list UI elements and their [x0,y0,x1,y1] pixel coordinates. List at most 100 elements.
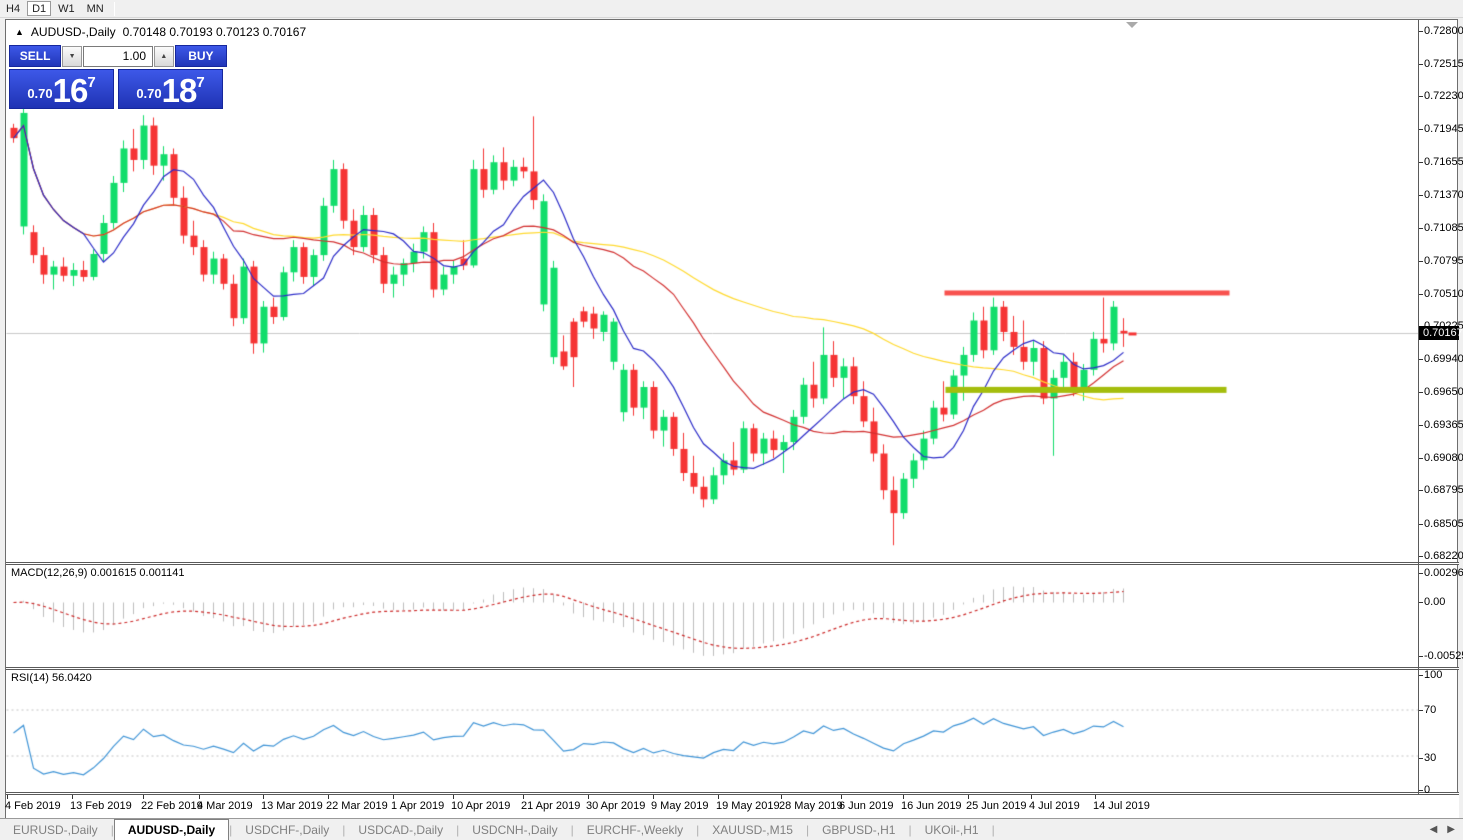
sell-price-panel[interactable]: 0.70 16 7 [9,69,114,109]
date-axis-label: 22 Mar 2019 [326,800,388,812]
price-axis-label: 0.71655 [1424,156,1463,168]
date-axis-tick [453,795,454,799]
volume-input[interactable] [83,46,153,67]
volume-decrease-button[interactable]: ▼ [62,46,82,67]
date-axis-label: 28 May 2019 [779,800,843,812]
one-click-trade-panel: SELL ▼ ▲ BUY 0.70 16 7 0.70 18 7 [9,45,227,109]
date-axis-tick [393,795,394,799]
macd-label: MACD(12,26,9) 0.001615 0.001141 [11,567,184,579]
rsi-axis-label: 30 [1424,752,1436,764]
rsi-axis-label-tick [1419,790,1423,791]
date-axis-tick [72,795,73,799]
sell-button[interactable]: SELL [9,45,61,67]
rsi-axis-label-tick [1419,758,1423,759]
price-axis-label-tick [1419,64,1423,65]
panel-splitter[interactable] [6,562,1459,565]
price-axis-label-tick [1419,524,1423,525]
date-axis-tick [143,795,144,799]
rsi-indicator-canvas[interactable] [6,670,1418,792]
price-axis-label: 0.71370 [1424,189,1463,201]
date-axis-tick [328,795,329,799]
price-axis-label: 0.72800 [1424,25,1463,37]
date-axis-label: 1 Apr 2019 [391,800,444,812]
price-axis-label: 0.71945 [1424,123,1463,135]
tab-usdchfdaily[interactable]: USDCHF-,Daily [232,819,342,840]
macd-axis-label-tick [1419,656,1423,657]
price-axis-label: 0.72515 [1424,58,1463,70]
date-axis-tick [968,795,969,799]
rsi-axis-label-tick [1419,675,1423,676]
date-axis-label: 19 May 2019 [716,800,780,812]
macd-axis-label-tick [1419,573,1423,574]
rsi-axis-label-tick [1419,710,1423,711]
price-axis-label-tick [1419,490,1423,491]
date-axis-label: 25 Jun 2019 [966,800,1027,812]
date-axis-label: 13 Mar 2019 [261,800,323,812]
price-axis-divider [1418,20,1419,795]
date-axis-label: 14 Jul 2019 [1093,800,1150,812]
date-axis-tick [841,795,842,799]
buy-price-panel[interactable]: 0.70 18 7 [118,69,223,109]
current-price-tag: 0.70167 [1419,326,1459,340]
price-axis-label-tick [1419,425,1423,426]
tf-button-MN[interactable]: MN [82,1,109,16]
buy-button[interactable]: BUY [175,45,227,67]
tf-button-W1[interactable]: W1 [53,1,80,16]
sell-price-big: 16 [53,77,88,105]
tab-usdcaddaily[interactable]: USDCAD-,Daily [345,819,456,840]
buy-price-prefix: 0.70 [136,86,161,101]
date-axis-label: 10 Apr 2019 [451,800,510,812]
date-axis-tick [523,795,524,799]
macd-axis-label: 0.002962 [1424,567,1463,579]
date-axis-label: 21 Apr 2019 [521,800,580,812]
price-axis-label-tick [1419,195,1423,196]
chart-tab-bar: EURUSD-,Daily|AUDUSD-,Daily|USDCHF-,Dail… [0,818,1463,840]
price-axis-label-tick [1419,294,1423,295]
price-axis-label: 0.69940 [1424,353,1463,365]
volume-increase-button[interactable]: ▲ [154,46,174,67]
price-axis-label-tick [1419,96,1423,97]
price-axis-label: 0.68795 [1424,484,1463,496]
macd-indicator-canvas[interactable] [6,565,1418,667]
tab-ukoilh1[interactable]: UKOil-,H1 [912,819,992,840]
sell-price-prefix: 0.70 [27,86,52,101]
price-axis-label: 0.70795 [1424,255,1463,267]
chart-window: ▲ AUDUSD-,Daily 0.70148 0.70193 0.70123 … [5,19,1458,818]
macd-axis-label: 0.00 [1424,596,1445,608]
tabs-scroll-left-icon[interactable]: ◀ [1430,824,1438,835]
price-axis-label-tick [1419,162,1423,163]
tab-eurusddaily[interactable]: EURUSD-,Daily [0,819,111,840]
date-axis-label: 9 May 2019 [651,800,708,812]
price-axis-label: 0.69650 [1424,386,1463,398]
date-axis-tick [653,795,654,799]
date-axis-tick [7,795,8,799]
panel-splitter[interactable] [6,667,1459,670]
tf-button-H4[interactable]: H4 [1,1,25,16]
date-axis-label: 4 Feb 2019 [5,800,61,812]
date-axis-label: 13 Feb 2019 [70,800,132,812]
date-axis-tick [718,795,719,799]
price-axis-label: 0.69080 [1424,452,1463,464]
tf-button-D1[interactable]: D1 [27,1,51,16]
price-axis-label: 0.72230 [1424,90,1463,102]
tab-divider: | [992,819,995,840]
price-axis-label-tick [1419,359,1423,360]
date-axis-label: 30 Apr 2019 [586,800,645,812]
date-axis-tick [1095,795,1096,799]
rsi-axis-label: 70 [1424,704,1436,716]
tab-usdcnhdaily[interactable]: USDCNH-,Daily [459,819,570,840]
price-axis-label: 0.70510 [1424,288,1463,300]
date-axis-tick [1031,795,1032,799]
macd-axis-label: -0.005255 [1424,650,1463,662]
tab-gbpusdh1[interactable]: GBPUSD-,H1 [809,819,908,840]
date-axis: 4 Feb 201913 Feb 201922 Feb 20194 Mar 20… [6,795,1459,819]
toolbar-separator [114,2,115,16]
price-axis-label-tick [1419,129,1423,130]
tabs-scroll-right-icon[interactable]: ▶ [1447,824,1455,835]
tab-eurchfweekly[interactable]: EURCHF-,Weekly [574,819,696,840]
price-axis-label-tick [1419,392,1423,393]
tab-xauusdm15[interactable]: XAUUSD-,M15 [699,819,806,840]
date-axis-label: 4 Mar 2019 [197,800,253,812]
date-axis-tick [263,795,264,799]
tab-audusddaily[interactable]: AUDUSD-,Daily [114,819,229,840]
